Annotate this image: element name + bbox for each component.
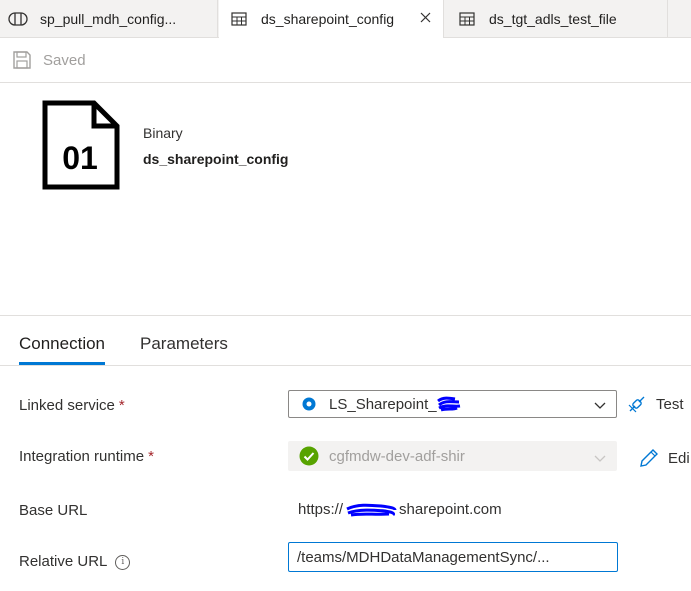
- base-url-value: https:// sharepoint.com: [298, 501, 502, 518]
- save-button[interactable]: Saved: [12, 50, 86, 70]
- tab-label: ds_sharepoint_config: [261, 11, 395, 27]
- pipeline-icon: [8, 11, 28, 27]
- toolbar: Saved: [0, 38, 691, 83]
- base-url-label: Base URL: [19, 502, 88, 519]
- save-icon: [12, 50, 32, 70]
- dataset-type: Binary: [143, 125, 183, 141]
- tab-connection[interactable]: Connection: [19, 334, 106, 365]
- relative-url-input[interactable]: /teams/MDHDataManagementSync/...: [288, 542, 618, 572]
- base-url-prefix: https://: [298, 501, 344, 518]
- saved-label: Saved: [43, 51, 86, 69]
- chevron-down-icon: [594, 398, 606, 410]
- success-check-icon: [299, 446, 319, 466]
- dataset-name: ds_sharepoint_config: [143, 151, 289, 167]
- binary-file-icon: 01: [42, 100, 120, 190]
- tab-label: ds_tgt_adls_test_file: [489, 10, 617, 27]
- required-marker: *: [148, 448, 154, 465]
- base-url-suffix: sharepoint.com: [399, 501, 502, 518]
- dataset-header: 01 Binary ds_sharepoint_config: [0, 83, 691, 316]
- linked-service-label: Linked service *: [19, 397, 125, 414]
- tab-pipeline[interactable]: sp_pull_mdh_config...: [0, 0, 218, 37]
- redaction-scribble: [345, 503, 397, 517]
- edit-runtime-button[interactable]: Edi: [638, 447, 690, 469]
- integration-runtime-label: Integration runtime *: [19, 448, 154, 465]
- integration-runtime-value: cgfmdw-dev-adf-shir: [329, 447, 465, 465]
- test-connection-icon: [626, 393, 648, 415]
- required-marker: *: [118, 397, 125, 414]
- properties-tabs: Connection Parameters: [0, 316, 691, 366]
- chevron-down-icon: [594, 451, 606, 463]
- tab-ds-tgt-adls-test-file[interactable]: ds_tgt_adls_test_file: [445, 0, 668, 37]
- integration-runtime-select[interactable]: cgfmdw-dev-adf-shir: [288, 441, 617, 471]
- tab-label: sp_pull_mdh_config...: [40, 10, 177, 27]
- relative-url-label: Relative URL i: [19, 553, 131, 570]
- info-icon[interactable]: i: [115, 555, 131, 570]
- test-connection-button[interactable]: Test: [626, 393, 684, 415]
- sharepoint-linked-service-icon: [301, 396, 317, 412]
- tab-parameters[interactable]: Parameters: [140, 334, 228, 354]
- edit-icon: [638, 447, 660, 469]
- redaction-scribble: [436, 396, 461, 412]
- tab-ds-sharepoint-config[interactable]: ds_sharepoint_config: [219, 0, 444, 38]
- table-icon: [457, 11, 477, 27]
- linked-service-value: LS_Sharepoint_: [329, 395, 437, 413]
- close-icon[interactable]: [417, 9, 433, 25]
- table-icon: [229, 11, 249, 27]
- linked-service-select[interactable]: LS_Sharepoint_: [288, 390, 617, 418]
- test-connection-label: Test: [656, 395, 684, 413]
- tab-bar: sp_pull_mdh_config... ds_sharepoint_conf…: [0, 0, 691, 38]
- edit-label: Edi: [668, 449, 690, 467]
- file-icon-text: 01: [62, 140, 98, 176]
